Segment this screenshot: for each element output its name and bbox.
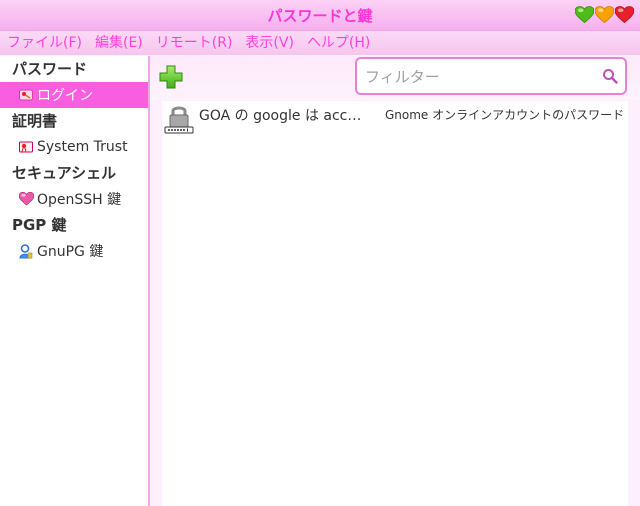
item-list: GOA の google は acc… Gnome オンラインアカウントのパスワ… (162, 101, 628, 506)
window-title: パスワードと鍵 (267, 7, 373, 25)
title-bar[interactable]: パスワードと鍵 (0, 0, 640, 31)
plus-icon[interactable] (158, 64, 184, 90)
sidebar-item-gnupg[interactable]: GnuPG 鍵 (0, 238, 148, 264)
sidebar: パスワード ログイン 証明書 System Trust セキュアシェル Open… (0, 56, 150, 506)
sidebar-category-pgp: PGP 鍵 (12, 216, 67, 234)
window-controls (575, 6, 634, 24)
menu-edit[interactable]: 編集(E) (88, 31, 149, 55)
menu-help[interactable]: ヘルプ(H) (300, 31, 376, 55)
sidebar-category-secure-shell: セキュアシェル (12, 164, 117, 182)
sidebar-item-openssh[interactable]: OpenSSH 鍵 (0, 186, 148, 212)
password-lock-icon (164, 106, 194, 134)
search-icon[interactable] (602, 68, 618, 84)
sidebar-item-label: GnuPG 鍵 (37, 244, 104, 260)
maximize-button[interactable] (595, 6, 614, 24)
sidebar-item-label: OpenSSH 鍵 (37, 192, 122, 208)
menu-remote[interactable]: リモート(R) (149, 31, 239, 55)
menu-file[interactable]: ファイル(F) (0, 31, 88, 55)
sidebar-category-certificates: 証明書 (12, 112, 58, 130)
item-name: GOA の google は acc… (199, 108, 362, 124)
sidebar-category-passwords: パスワード (12, 60, 88, 78)
toolbar (150, 56, 640, 100)
certificate-icon (18, 139, 34, 155)
user-key-icon (18, 243, 34, 259)
keyring-icon (18, 87, 34, 103)
list-item[interactable]: GOA の google は acc… Gnome オンラインアカウントのパスワ… (162, 101, 628, 135)
ssh-key-icon (18, 191, 34, 207)
sidebar-item-system-trust[interactable]: System Trust (0, 134, 148, 160)
menubar: ファイル(F) 編集(E) リモート(R) 表示(V) ヘルプ(H) (0, 31, 640, 55)
sidebar-item-login[interactable]: ログイン (0, 82, 148, 108)
item-description: Gnome オンラインアカウントのパスワード (385, 108, 625, 122)
menu-view[interactable]: 表示(V) (238, 31, 300, 55)
sidebar-item-label: System Trust (37, 139, 128, 155)
minimize-button[interactable] (575, 6, 594, 24)
close-button[interactable] (615, 6, 634, 24)
filter-field[interactable] (355, 57, 627, 95)
filter-input[interactable] (363, 65, 597, 89)
sidebar-item-label: ログイン (37, 88, 93, 104)
